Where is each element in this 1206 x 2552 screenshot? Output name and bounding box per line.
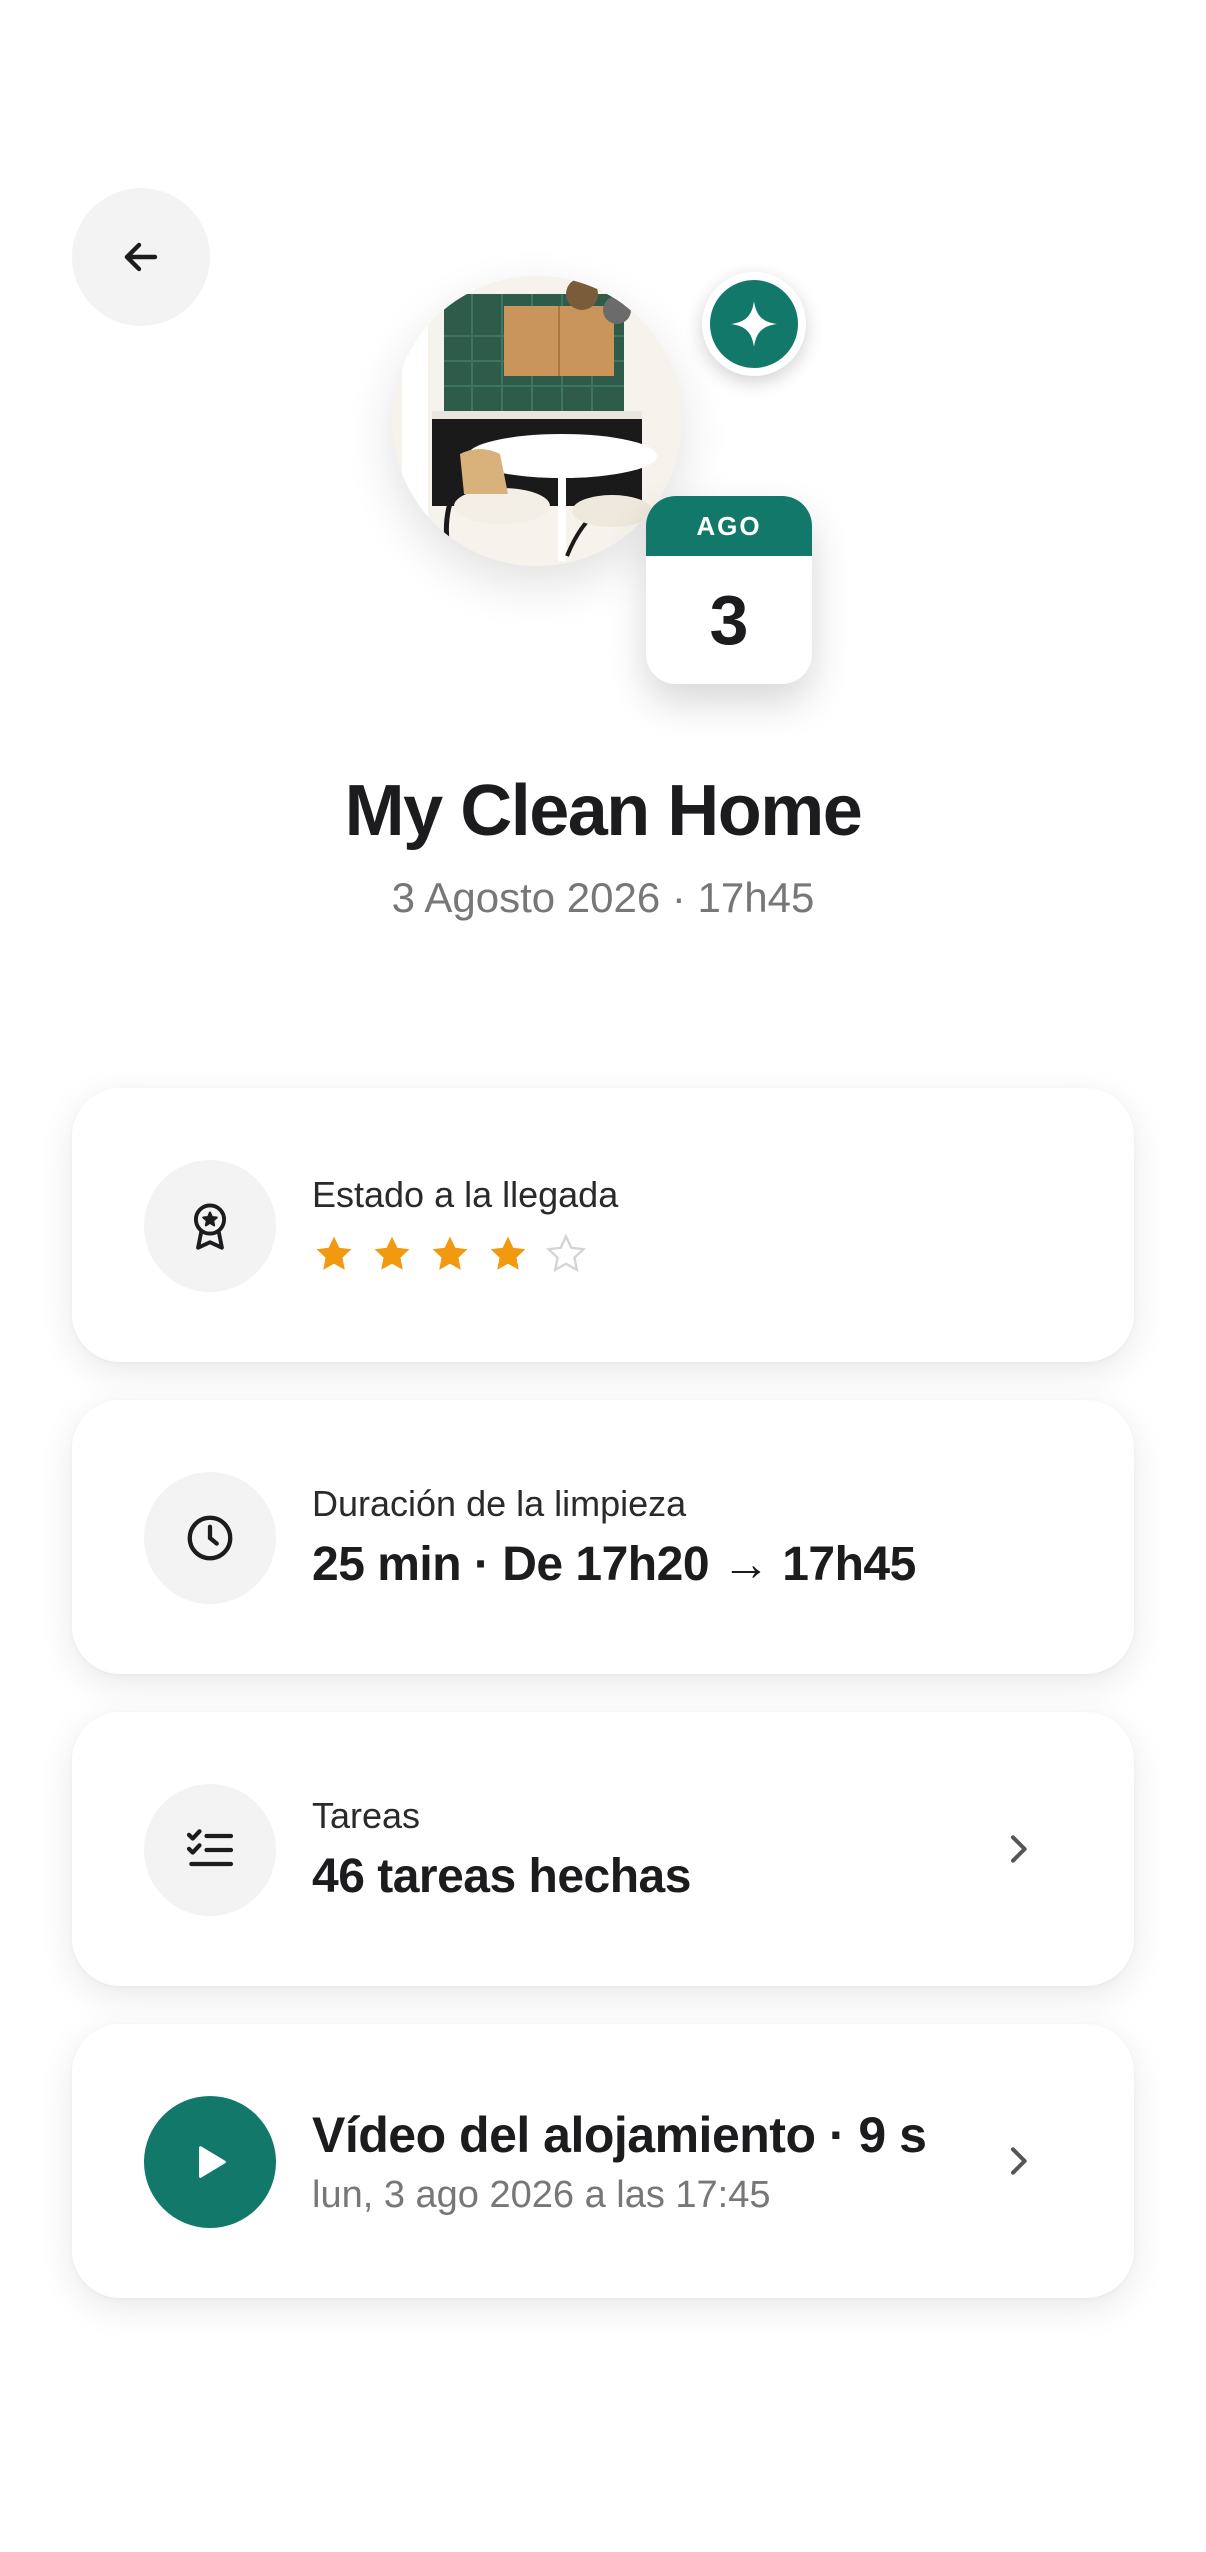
tasks-value: 46 tareas hechas [312,1849,691,1903]
star-filled-icon [316,1236,352,1270]
star-filled-icon [432,1236,468,1270]
page-title: My Clean Home [344,771,863,851]
play-icon [198,2146,226,2178]
sparkle-icon [731,301,777,347]
tasks-icon-wrap [144,1784,276,1916]
checklist-icon [186,1829,234,1867]
tasks-card[interactable]: Tareas 46 tareas hechas [72,1712,1134,1986]
back-button[interactable] [72,188,210,326]
page-subtitle: 3 Agosto 2026 · 17h45 [391,874,815,921]
star-filled-icon [490,1236,526,1270]
video-subtitle: lun, 3 ago 2026 a las 17:45 [312,2173,771,2216]
video-card[interactable]: Vídeo del alojamiento · 9 s lun, 3 ago 2… [72,2024,1134,2298]
arrival-state-card: Estado a la llegada [72,1088,1134,1362]
chevron-right-icon [988,2131,1048,2191]
tasks-label: Tareas [312,1794,421,1836]
duration-label: Duración de la limpieza [312,1482,687,1524]
chevron-right-icon [988,1819,1048,1879]
property-photo [392,276,682,566]
duration-card: Duración de la limpieza 25 min · De 17h2… [72,1400,1134,1674]
star-filled-icon [374,1236,410,1270]
calendar-badge: AGO 3 [646,496,812,684]
arrow-left-icon [124,242,158,272]
video-title: Vídeo del alojamiento · 9 s [312,2106,927,2163]
hero-illustration: AGO 3 [392,272,812,696]
star-empty-icon [545,1233,587,1273]
duration-icon-wrap [144,1472,276,1604]
star-rating [312,1232,618,1276]
clock-icon [187,1515,233,1561]
sparkle-badge [702,272,806,376]
calendar-day: 3 [709,581,749,659]
play-button[interactable] [144,2096,276,2228]
calendar-month: AGO [646,496,812,556]
arrival-label: Estado a la llegada [312,1174,619,1215]
duration-value: 25 min · De 17h20 → 17h45 [312,1537,916,1591]
arrival-icon-wrap [144,1160,276,1292]
award-ribbon-icon [193,1203,227,1250]
